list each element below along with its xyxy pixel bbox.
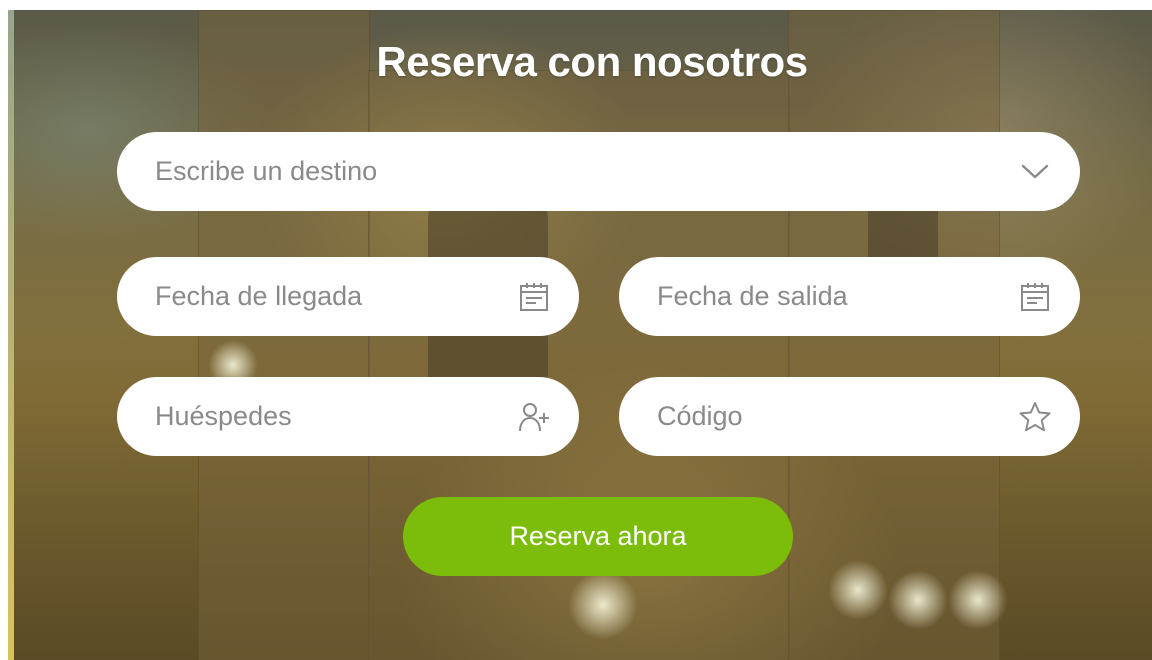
calendar-icon[interactable]: [517, 280, 551, 314]
background-light: [828, 560, 888, 620]
departure-date-placeholder: Fecha de salida: [657, 281, 848, 311]
page: Reserva con nosotros Escribe un destino …: [0, 0, 1152, 660]
departure-date-field[interactable]: Fecha de salida: [619, 257, 1080, 336]
code-field[interactable]: Código: [619, 377, 1080, 456]
guests-placeholder: Huéspedes: [155, 401, 292, 431]
background-light: [888, 570, 948, 630]
code-placeholder: Código: [657, 401, 743, 431]
calendar-icon[interactable]: [1018, 280, 1052, 314]
destination-placeholder: Escribe un destino: [155, 156, 378, 186]
arrival-date-field[interactable]: Fecha de llegada: [117, 257, 579, 336]
reserve-now-button[interactable]: Reserva ahora: [403, 497, 793, 576]
guests-field[interactable]: Huéspedes: [117, 377, 579, 456]
panel-edge: [8, 10, 14, 660]
arrival-date-placeholder: Fecha de llegada: [155, 281, 363, 311]
form-title: Reserva con nosotros: [376, 38, 808, 85]
background-light: [948, 570, 1008, 630]
chevron-down-icon[interactable]: [1018, 155, 1052, 189]
add-user-icon[interactable]: [517, 400, 551, 434]
background-light: [568, 570, 638, 640]
star-icon[interactable]: [1018, 400, 1052, 434]
destination-field[interactable]: Escribe un destino: [117, 132, 1080, 211]
